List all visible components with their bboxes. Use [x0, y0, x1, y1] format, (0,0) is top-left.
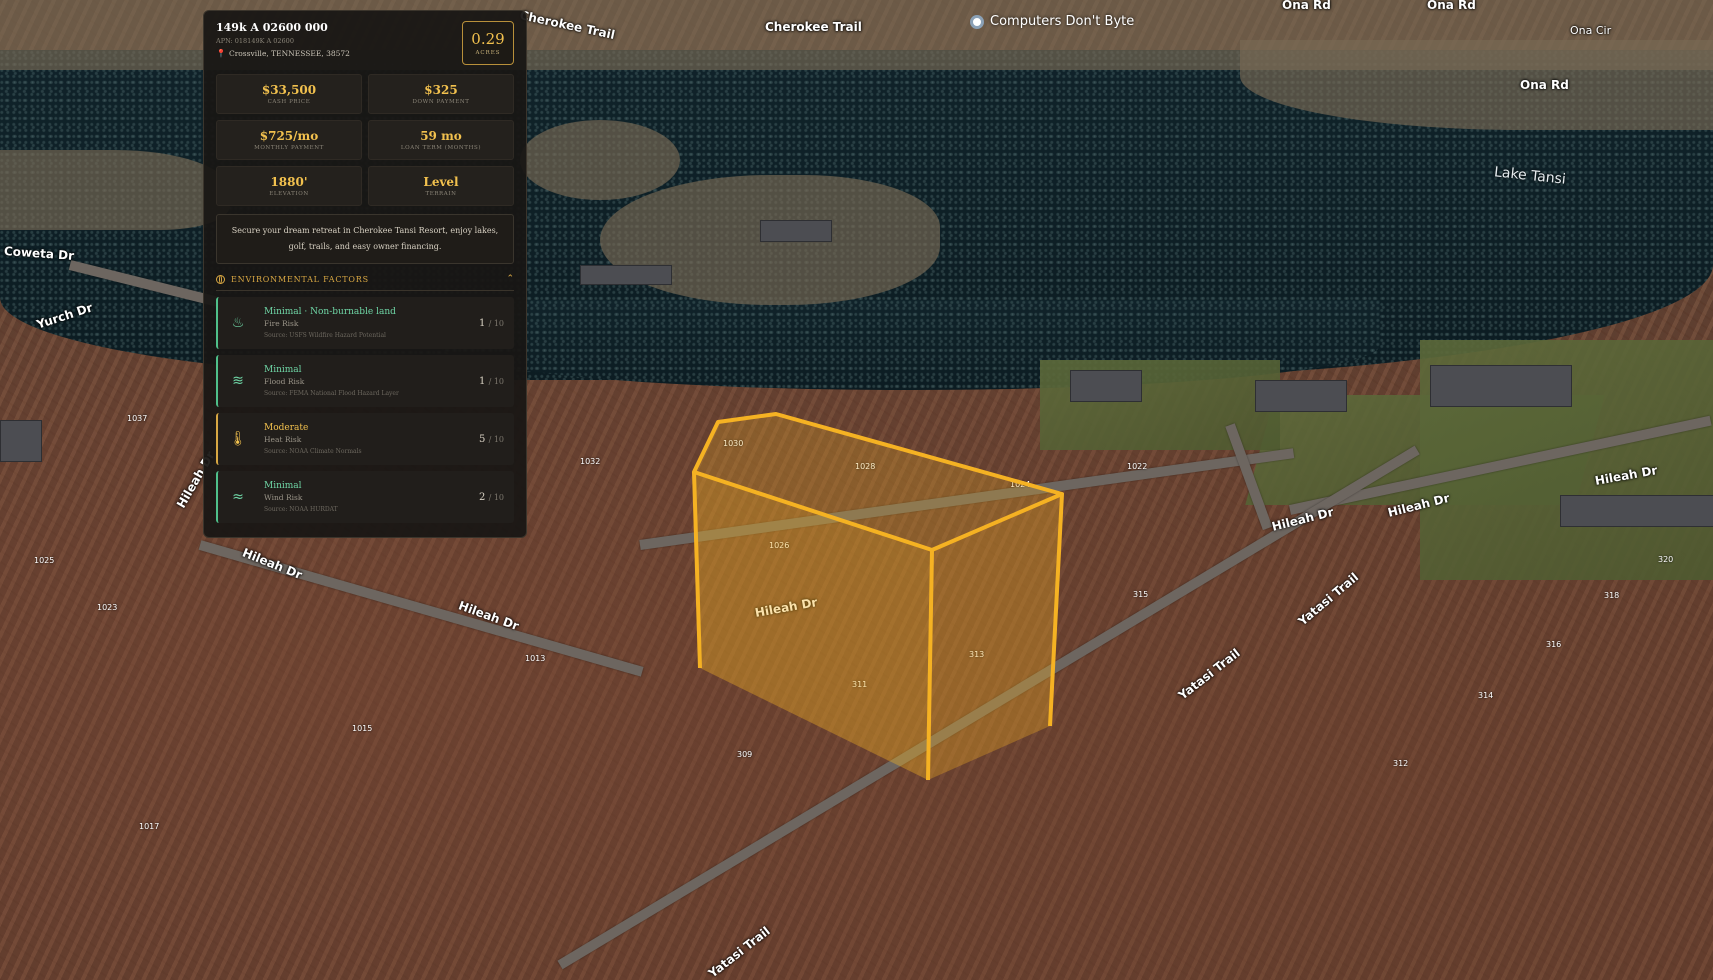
- risk-level: Minimal: [264, 365, 302, 375]
- risk-score: 5 / 10: [479, 433, 504, 445]
- risk-name: Flood Risk: [264, 377, 305, 386]
- risk-score: 2 / 10: [479, 491, 504, 503]
- stat-value: $325: [424, 83, 458, 97]
- risk-name: Fire Risk: [264, 319, 299, 328]
- stat-value: Level: [423, 175, 459, 189]
- waves-icon: ≋: [232, 373, 244, 389]
- section-title: ENVIRONMENTAL FACTORS: [231, 274, 369, 284]
- chevron-up-icon[interactable]: ⌃: [506, 274, 514, 284]
- location-pin-icon: 📍: [216, 49, 226, 58]
- stat-label: CASH PRICE: [267, 99, 311, 105]
- risk-fire: ♨ Minimal · Non-burnable land Fire Risk …: [216, 297, 514, 349]
- risk-level: Minimal · Non-burnable land: [264, 307, 396, 317]
- acres-badge: 0.29 ACRES: [462, 21, 514, 65]
- acres-label: ACRES: [475, 50, 501, 56]
- stat-down-payment: $325 DOWN PAYMENT: [368, 74, 514, 114]
- risk-flood: ≋ Minimal Flood Risk Source: FEMA Nation…: [216, 355, 514, 407]
- location: 📍 Crossville, TENNESSEE, 38572: [216, 49, 350, 58]
- risk-source: Source: USFS Wildfire Hazard Potential: [264, 332, 386, 339]
- stats-grid: $33,500 CASH PRICE $325 DOWN PAYMENT $72…: [216, 74, 514, 206]
- stat-label: ELEVATION: [269, 191, 309, 197]
- acres-value: 0.29: [471, 30, 505, 48]
- property-description: Secure your dream retreat in Cherokee Ta…: [216, 214, 514, 264]
- stat-monthly-payment: $725/mo MONTHLY PAYMENT: [216, 120, 362, 160]
- stat-loan-term: 59 mo LOAN TERM (MONTHS): [368, 120, 514, 160]
- risk-source: Source: FEMA National Flood Hazard Layer: [264, 390, 399, 397]
- stat-elevation: 1880' ELEVATION: [216, 166, 362, 206]
- risk-wind: ≈ Minimal Wind Risk Source: NOAA HURDAT …: [216, 471, 514, 523]
- wind-icon: ≈: [232, 489, 244, 505]
- thermometer-icon: 🌡: [229, 431, 247, 447]
- globe-icon: [216, 274, 225, 284]
- risk-name: Heat Risk: [264, 435, 302, 444]
- flame-icon: ♨: [231, 315, 245, 331]
- stat-value: $33,500: [261, 83, 317, 97]
- stat-cash-price: $33,500 CASH PRICE: [216, 74, 362, 114]
- stat-label: LOAN TERM (MONTHS): [400, 145, 482, 151]
- risk-heat: 🌡 Moderate Heat Risk Source: NOAA Climat…: [216, 413, 514, 465]
- stat-label: DOWN PAYMENT: [412, 99, 470, 105]
- stat-value: 59 mo: [420, 129, 462, 143]
- parcel-id: 149k A 02600 000: [216, 21, 328, 34]
- risk-name: Wind Risk: [264, 493, 303, 502]
- stat-label: TERRAIN: [425, 191, 457, 197]
- environmental-factors-toggle[interactable]: ENVIRONMENTAL FACTORS ⌃: [216, 274, 514, 291]
- apn-number: APN: 018149K A 02600: [216, 37, 294, 45]
- risk-source: Source: NOAA Climate Normals: [264, 448, 362, 455]
- stat-label: MONTHLY PAYMENT: [254, 145, 324, 151]
- property-panel: 149k A 02600 000 APN: 018149K A 02600 📍 …: [203, 10, 527, 538]
- stat-value: $725/mo: [259, 129, 319, 143]
- stat-value: 1880': [270, 175, 308, 189]
- risk-level: Minimal: [264, 481, 302, 491]
- risk-level: Moderate: [264, 423, 309, 433]
- risk-score: 1 / 10: [479, 375, 504, 387]
- risk-score: 1 / 10: [479, 317, 504, 329]
- stat-terrain: Level TERRAIN: [368, 166, 514, 206]
- location-text: Crossville, TENNESSEE, 38572: [228, 49, 350, 58]
- panel-header: 149k A 02600 000 APN: 018149K A 02600 📍 …: [216, 21, 514, 65]
- risk-source: Source: NOAA HURDAT: [264, 506, 338, 513]
